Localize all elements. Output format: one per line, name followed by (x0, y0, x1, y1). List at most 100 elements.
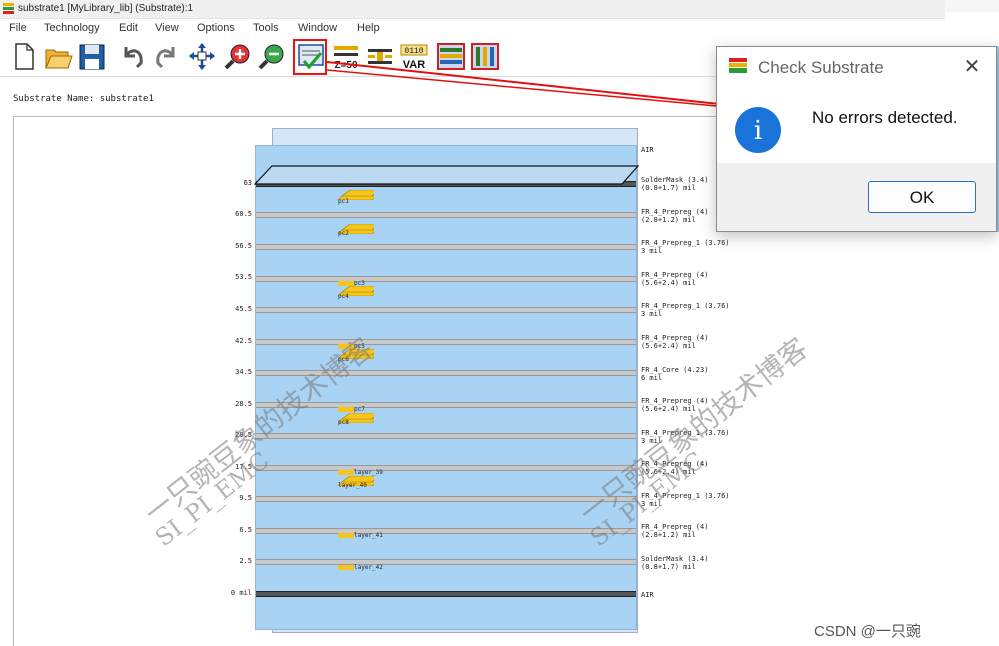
layer-label[interactable]: FR_4_Prepreg_1 (3.76) 3 mil (641, 302, 730, 318)
trace[interactable] (338, 565, 354, 570)
layer-label[interactable]: FR_4_Prepreg (4) (5.6+2.4) mil (641, 334, 708, 350)
conductor-layer[interactable] (256, 276, 636, 282)
menu-technology[interactable]: Technology (44, 22, 100, 34)
y-label: 56.5 (235, 242, 252, 250)
check-substrate-dialog: Check Substrate ✕ i No errors detected. … (716, 46, 997, 232)
layer-thickness: 6 mil (641, 374, 663, 382)
check-button-highlight (293, 39, 327, 75)
info-symbol: i (754, 116, 762, 146)
layer-name: FR_4_Prepreg (4) (641, 523, 709, 531)
menu-bar: File Technology Edit View Options Tools … (0, 19, 945, 37)
var-button[interactable]: 0110 VAR (399, 41, 429, 72)
layer-name: FR_4_Prepreg_1 (3.76) (641, 239, 730, 247)
layer-thickness: (2.8+1.2) mil (641, 216, 696, 224)
layers-vertical-button[interactable] (470, 41, 500, 72)
redo-button[interactable] (152, 41, 182, 72)
layer-thickness: (0.8+1.7) mil (641, 563, 696, 571)
zoom-out-button[interactable] (256, 41, 286, 72)
y-label: 0 mil (230, 589, 252, 597)
conductor-layer[interactable] (256, 433, 636, 439)
trace[interactable] (338, 533, 354, 538)
dialog-title: Check Substrate (758, 58, 884, 77)
layer-name: SolderMask (3.4) (641, 555, 709, 563)
layer-label[interactable]: SolderMask (3.4) (0.8+1.7) mil (641, 555, 708, 571)
trace-label: pc1 (338, 198, 349, 205)
trace-icon (368, 49, 392, 64)
trace[interactable] (338, 470, 354, 475)
ok-button[interactable]: OK (868, 181, 976, 213)
conductor-layer[interactable] (256, 212, 636, 218)
source-tag: CSDN @一只豌 (814, 623, 921, 640)
conductor-layer[interactable] (256, 465, 636, 471)
conductor-layer[interactable] (256, 244, 636, 250)
menu-file[interactable]: File (9, 22, 27, 34)
layer-label[interactable]: AIR (641, 146, 654, 154)
y-label: 28.5 (235, 400, 252, 408)
layer-name: AIR (641, 591, 654, 599)
layer-label[interactable]: FR_4_Prepreg (4) (5.6+2.4) mil (641, 271, 708, 287)
layer-label[interactable]: FR_4_Prepreg (4) (2.8+1.2) mil (641, 523, 708, 539)
z50-icon: Z=50 (334, 46, 358, 71)
trace-button[interactable] (365, 41, 395, 72)
trace-label: pc2 (338, 230, 349, 237)
layers-horizontal-button[interactable] (436, 41, 466, 72)
var-icon: 0110 VAR (400, 44, 428, 71)
y-label: 34.5 (235, 368, 252, 376)
layer-thickness: (0.8+1.7) mil (641, 184, 696, 192)
menu-help[interactable]: Help (357, 22, 380, 34)
new-file-icon (15, 43, 34, 70)
trace[interactable] (338, 407, 354, 412)
undo-icon (124, 47, 143, 69)
layer-name: FR_4_Prepreg (4) (641, 271, 709, 279)
conductor-layer[interactable] (256, 528, 636, 534)
conductor-layer[interactable] (256, 559, 636, 565)
zoom-in-icon (224, 44, 250, 70)
save-icon (79, 44, 105, 70)
layer-label[interactable]: SolderMask (3.4) (0.8+1.7) mil (641, 176, 708, 192)
z50-button[interactable]: Z=50 (331, 41, 361, 72)
open-button[interactable] (43, 41, 73, 72)
dialog-message: No errors detected. (812, 108, 958, 127)
move-button[interactable] (187, 41, 217, 72)
window-title: substrate1 [MyLibrary_lib] (Substrate):1 (18, 3, 194, 14)
layer-label[interactable]: FR_4_Prepreg (4) (2.8+1.2) mil (641, 208, 708, 224)
conductor-layer[interactable] (256, 307, 636, 313)
move-icon (189, 43, 215, 70)
layer-name: SolderMask (3.4) (641, 176, 709, 184)
toolbar: Z=50 0110 VAR (0, 38, 720, 77)
layer-name: FR_4_Prepreg_1 (3.76) (641, 302, 730, 310)
menu-edit[interactable]: Edit (119, 22, 138, 34)
y-label: 42.5 (235, 337, 252, 345)
top-slab-outline (254, 165, 640, 185)
trace-label: pc8 (338, 419, 349, 426)
save-button[interactable] (77, 41, 107, 72)
conductor-layer[interactable] (256, 339, 636, 345)
layer-label[interactable]: FR_4_Prepreg_1 (3.76) 3 mil (641, 239, 730, 255)
menu-view[interactable]: View (155, 22, 179, 34)
new-file-button[interactable] (9, 41, 39, 72)
close-icon[interactable]: ✕ (961, 56, 983, 78)
menu-window[interactable]: Window (298, 22, 337, 34)
trace-label: pc4 (338, 293, 349, 300)
app-icon (729, 58, 747, 73)
app-icon (3, 3, 14, 14)
layer-name: FR_4_Prepreg (4) (641, 208, 709, 216)
conductor-layer[interactable] (256, 591, 636, 597)
layer-thickness: 3 mil (641, 310, 663, 318)
menu-tools[interactable]: Tools (253, 22, 279, 34)
redo-icon (156, 47, 175, 69)
layer-name: AIR (641, 146, 654, 154)
y-label: 60.5 (235, 210, 252, 218)
layer-label[interactable]: FR_4_Core (4.23) 6 mil (641, 366, 708, 382)
menu-options[interactable]: Options (197, 22, 235, 34)
zoom-in-button[interactable] (222, 41, 252, 72)
zoom-out-icon (258, 44, 284, 70)
trace-label: layer_39 (354, 469, 383, 476)
layer-label[interactable]: AIR (641, 591, 654, 599)
layer-name: FR_4_Core (4.23) (641, 366, 709, 374)
undo-button[interactable] (117, 41, 147, 72)
y-label: 2.5 (239, 557, 252, 565)
title-bar: substrate1 [MyLibrary_lib] (Substrate):1 (0, 0, 945, 19)
substrate-name-label: Substrate Name: substrate1 (13, 94, 154, 104)
y-label: 63 (243, 179, 252, 187)
